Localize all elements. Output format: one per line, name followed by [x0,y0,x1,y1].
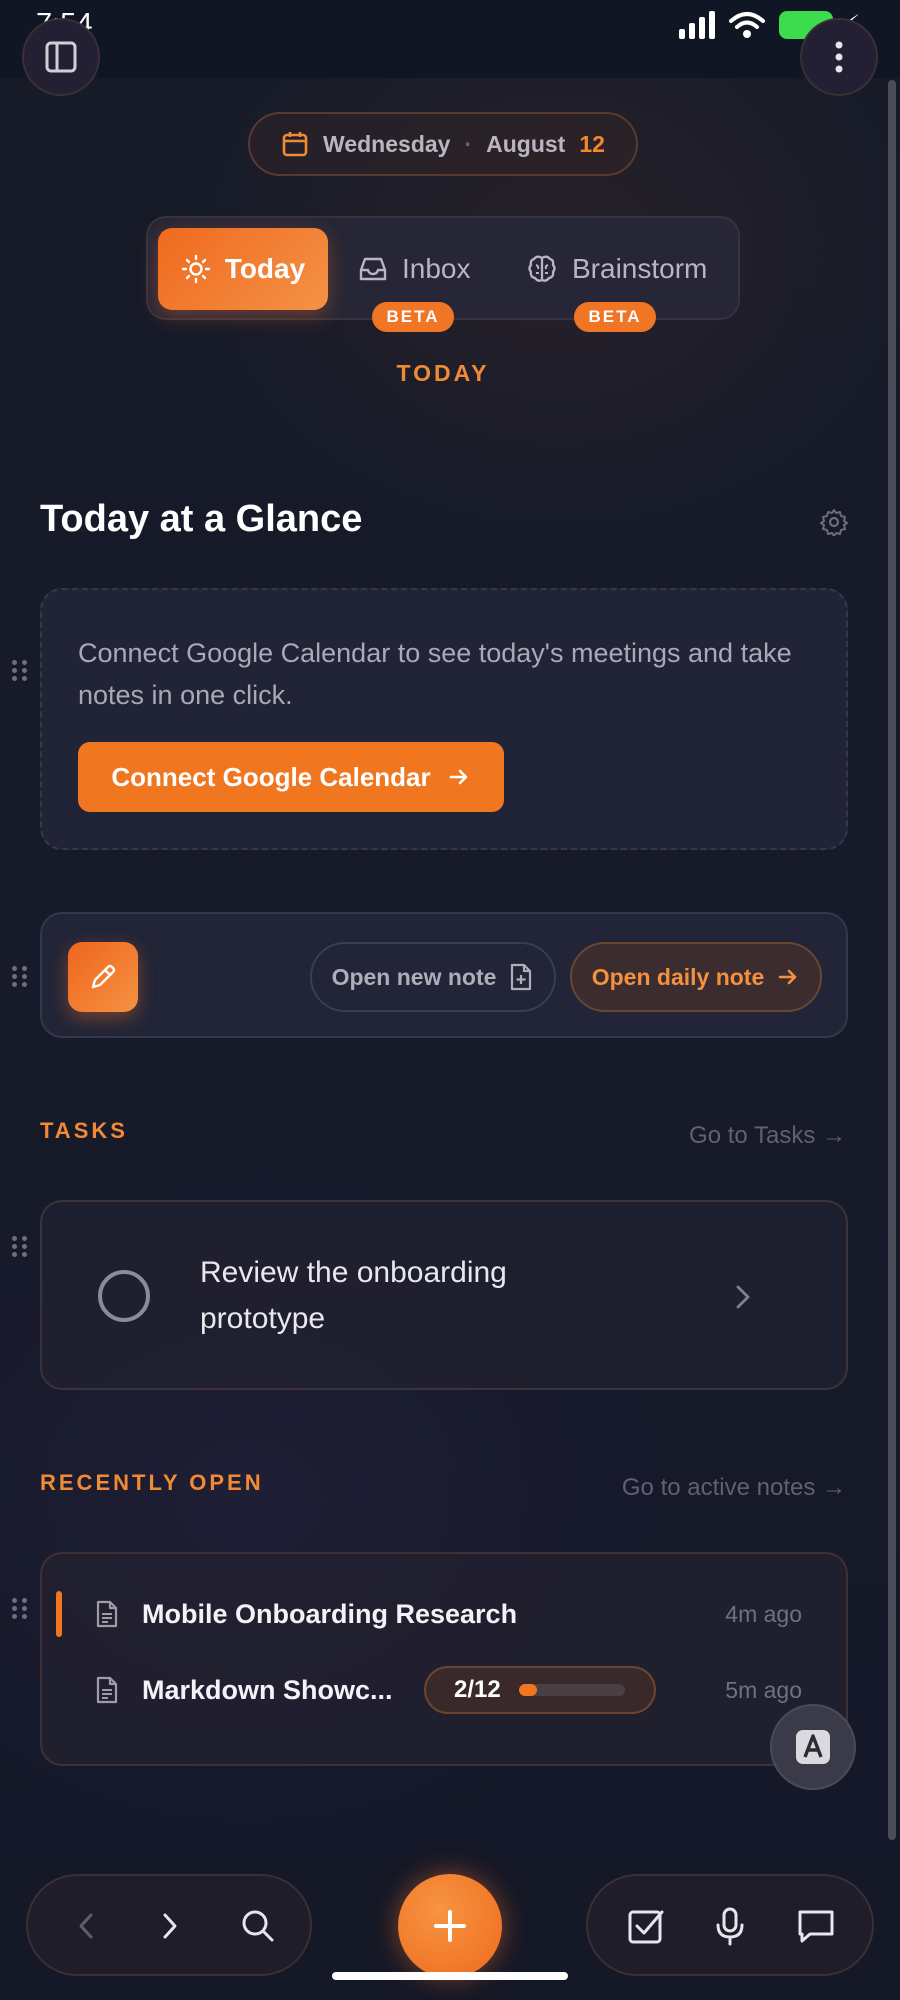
file-plus-icon [511,963,532,991]
search-button[interactable] [230,1898,286,1954]
brain-icon [528,255,556,282]
tab-today[interactable]: Today [158,228,328,310]
new-task-button[interactable] [618,1898,674,1954]
more-menu-button[interactable] [800,18,878,96]
recent-note-row[interactable]: Mobile Onboarding Research 4m ago [42,1584,850,1644]
go-to-active-notes-link[interactable]: Go to active notes → [622,1474,846,1502]
chat-icon [798,1910,834,1943]
plus-icon [434,1910,466,1942]
date-pill[interactable]: Wednesday · August 12 [248,112,638,176]
task-checkbox[interactable] [98,1270,150,1322]
quick-note-button[interactable] [68,942,138,1012]
task-progress-label: 2/12 [454,1676,501,1703]
open-daily-note-label: Open daily note [591,963,765,990]
task-progress-pill: 2/12 [424,1666,656,1714]
calendar-icon [282,132,308,157]
recent-note-title: Mobile Onboarding Research [142,1598,518,1629]
pencil-icon [91,964,116,989]
tasks-section-label: TASKS [40,1118,128,1143]
chevron-right-icon [163,1913,177,1939]
tab-today-label: Today [224,253,306,284]
assistant-button[interactable] [770,1704,856,1790]
date-month: August [486,130,566,157]
checkbox-icon [628,1910,664,1944]
connect-google-calendar-button[interactable]: Connect Google Calendar [78,742,504,812]
tab-brainstorm-label: Brainstorm [572,253,708,284]
open-daily-note-button[interactable]: Open daily note [570,942,822,1012]
recent-note-time: 5m ago [725,1676,802,1703]
forward-button[interactable] [142,1898,198,1954]
home-indicator[interactable] [332,1972,568,1980]
search-icon [242,1910,274,1942]
more-vertical-icon [835,41,843,73]
file-icon [96,1600,118,1628]
chevron-right-icon [736,1285,750,1309]
inbox-beta-badge: BETA [372,302,454,332]
date-weekday: Wednesday [323,130,451,157]
notes-quick-card: Open new note Open daily note [40,912,848,1038]
calendar-connect-card: Connect Google Calendar to see today's m… [40,588,848,850]
add-button[interactable] [398,1874,502,1978]
recent-note-row[interactable]: Markdown Showc... 2/12 5m ago [42,1660,850,1720]
sun-icon [181,254,210,284]
task-item[interactable]: Review the onboarding prototype [40,1200,848,1390]
sidebar-toggle-icon [45,41,77,73]
brainstorm-beta-badge: BETA [574,302,656,332]
connect-calendar-label: Connect Google Calendar [111,761,431,792]
inbox-icon [359,257,387,281]
drag-handle[interactable] [12,1236,28,1257]
gear-icon[interactable] [820,508,848,536]
task-progress-fill [518,1684,537,1696]
tab-inbox[interactable]: Inbox [358,228,471,310]
recent-notes-card: Mobile Onboarding Research 4m ago Markdo… [40,1552,848,1766]
drag-handle[interactable] [12,1598,28,1619]
drag-handle[interactable] [12,966,28,987]
navigation-group [26,1874,312,1976]
sidebar-toggle-button[interactable] [22,18,100,96]
assistant-icon [796,1730,830,1764]
chat-button[interactable] [788,1898,844,1954]
tab-brainstorm[interactable]: Brainstorm [526,228,707,310]
date-separator: · [464,130,473,157]
capture-group [586,1874,874,1976]
open-new-note-label: Open new note [331,963,497,990]
arrow-right-icon [449,769,467,785]
voice-note-button[interactable] [702,1898,758,1954]
recent-section-label: RECENTLY OPEN [40,1470,264,1495]
chevron-left-icon [79,1913,93,1939]
file-icon [96,1676,118,1704]
wifi-icon [729,11,766,38]
scrollbar[interactable] [888,80,896,1840]
go-to-tasks-link[interactable]: Go to Tasks → [689,1122,846,1150]
glance-title: Today at a Glance [40,498,363,540]
signal-icon [679,10,716,39]
status-bar: 7:54 ⚡ [0,0,900,78]
calendar-connect-text: Connect Google Calendar to see today's m… [78,638,792,710]
task-progress-track [518,1684,625,1696]
back-button[interactable] [58,1898,114,1954]
recent-note-time: 4m ago [725,1600,802,1627]
microphone-icon [716,1907,744,1946]
arrow-right-icon [778,969,797,985]
drag-handle[interactable] [12,660,28,681]
date-day: 12 [579,130,605,157]
active-indicator [56,1591,62,1637]
task-title: Review the onboarding prototype [200,1256,507,1335]
open-new-note-button[interactable]: Open new note [310,942,556,1012]
recent-note-title: Markdown Showc... [142,1674,393,1705]
tab-inbox-label: Inbox [402,253,471,284]
tab-caption: TODAY [396,360,490,386]
